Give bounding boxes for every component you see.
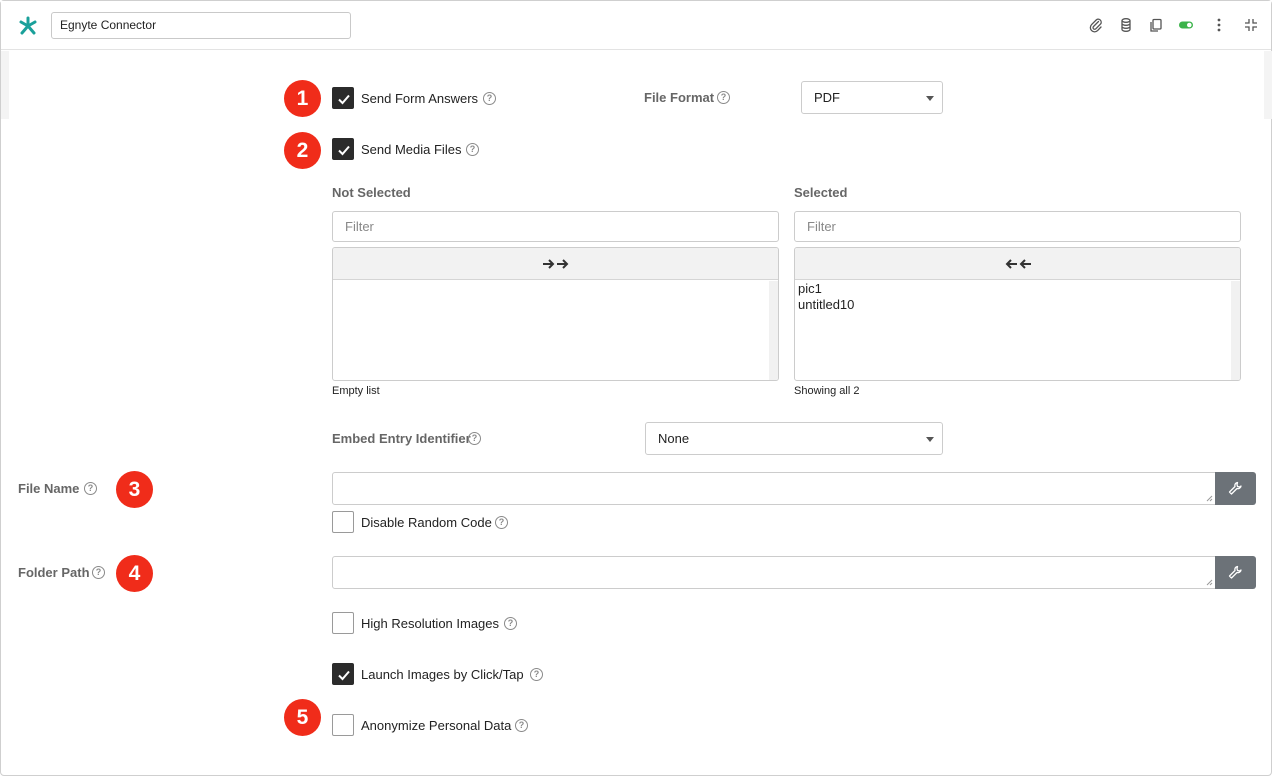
move-all-right-button[interactable] [333,248,778,280]
help-icon[interactable]: ? [468,432,481,445]
disable-random-code-label: Disable Random Code [361,515,492,530]
double-arrow-right-icon [542,259,568,269]
selected-items: pic1 untitled10 [798,281,854,313]
embed-entry-identifier-value: None [658,431,690,446]
not-selected-status: Empty list [332,385,380,397]
send-form-answers-label: Send Form Answers [361,91,479,106]
file-name-input[interactable] [332,472,1216,505]
anonymize-personal-data-checkbox[interactable] [332,714,354,736]
file-format-label: File Format [644,90,715,105]
panel-edge-left [1,51,9,119]
callout-badge-3: 3 [116,471,153,508]
scrollbar[interactable] [769,281,778,380]
folder-path-label: Folder Path [18,565,90,580]
disable-random-code-checkbox[interactable] [332,511,354,533]
file-name-wrench-button[interactable] [1215,472,1256,505]
embed-entry-identifier-select[interactable]: None [645,422,943,455]
folder-path-input[interactable] [332,556,1216,589]
connector-panel: Egnyte Connector 1 Send Form Answers ? F… [0,0,1272,776]
help-icon[interactable]: ? [466,143,479,156]
high-resolution-images-checkbox[interactable] [332,612,354,634]
help-icon[interactable]: ? [92,566,105,579]
help-icon[interactable]: ? [515,719,528,732]
not-selected-filter-input[interactable]: Filter [332,211,779,242]
wrench-icon [1228,565,1242,579]
scrollbar[interactable] [1231,281,1240,380]
anonymize-personal-data-label: Anonymize Personal Data [361,718,512,733]
selected-status: Showing all 2 [794,385,860,397]
connector-title-input[interactable]: Egnyte Connector [51,12,351,39]
selected-header: Selected [794,185,848,200]
help-icon[interactable]: ? [504,617,517,630]
send-media-files-checkbox[interactable] [332,138,354,160]
callout-badge-4: 4 [116,555,153,592]
resize-grip-icon[interactable] [1206,579,1213,586]
selected-filter-input[interactable]: Filter [794,211,1241,242]
panel-edge-right [1264,51,1272,119]
callout-badge-5: 5 [284,699,321,736]
send-media-files-label: Send Media Files [361,142,462,157]
header-bar: Egnyte Connector [1,1,1271,50]
move-all-left-button[interactable] [795,248,1240,280]
high-resolution-images-label: High Resolution Images [361,616,500,631]
resize-grip-icon[interactable] [1206,495,1213,502]
not-selected-header: Not Selected [332,185,411,200]
more-vertical-icon[interactable] [1211,17,1227,33]
wrench-icon [1228,481,1242,495]
egnyte-logo-icon [17,15,39,37]
double-arrow-left-icon [1005,259,1031,269]
collapse-icon[interactable] [1243,17,1259,33]
selected-listbox[interactable]: pic1 untitled10 [794,247,1241,381]
embed-entry-identifier-label: Embed Entry Identifier [332,431,471,446]
toggle-on-icon[interactable] [1178,17,1194,33]
callout-badge-2: 2 [284,132,321,169]
database-icon[interactable] [1118,17,1134,33]
file-name-label: File Name [18,481,80,496]
folder-path-wrench-button[interactable] [1215,556,1256,589]
file-format-value: PDF [814,90,840,105]
chevron-down-icon [926,437,934,442]
file-format-select[interactable]: PDF [801,81,943,114]
list-item[interactable]: untitled10 [798,297,854,313]
not-selected-listbox[interactable] [332,247,779,381]
chevron-down-icon [926,96,934,101]
callout-badge-1: 1 [284,80,321,117]
launch-images-label: Launch Images by Click/Tap [361,667,524,682]
launch-images-checkbox[interactable] [332,663,354,685]
help-icon[interactable]: ? [495,516,508,529]
paperclip-icon[interactable] [1088,17,1104,33]
copy-icon[interactable] [1148,17,1164,33]
list-item[interactable]: pic1 [798,281,854,297]
help-icon[interactable]: ? [530,668,543,681]
send-form-answers-checkbox[interactable] [332,87,354,109]
help-icon[interactable]: ? [717,91,730,104]
help-icon[interactable]: ? [483,92,496,105]
help-icon[interactable]: ? [84,482,97,495]
